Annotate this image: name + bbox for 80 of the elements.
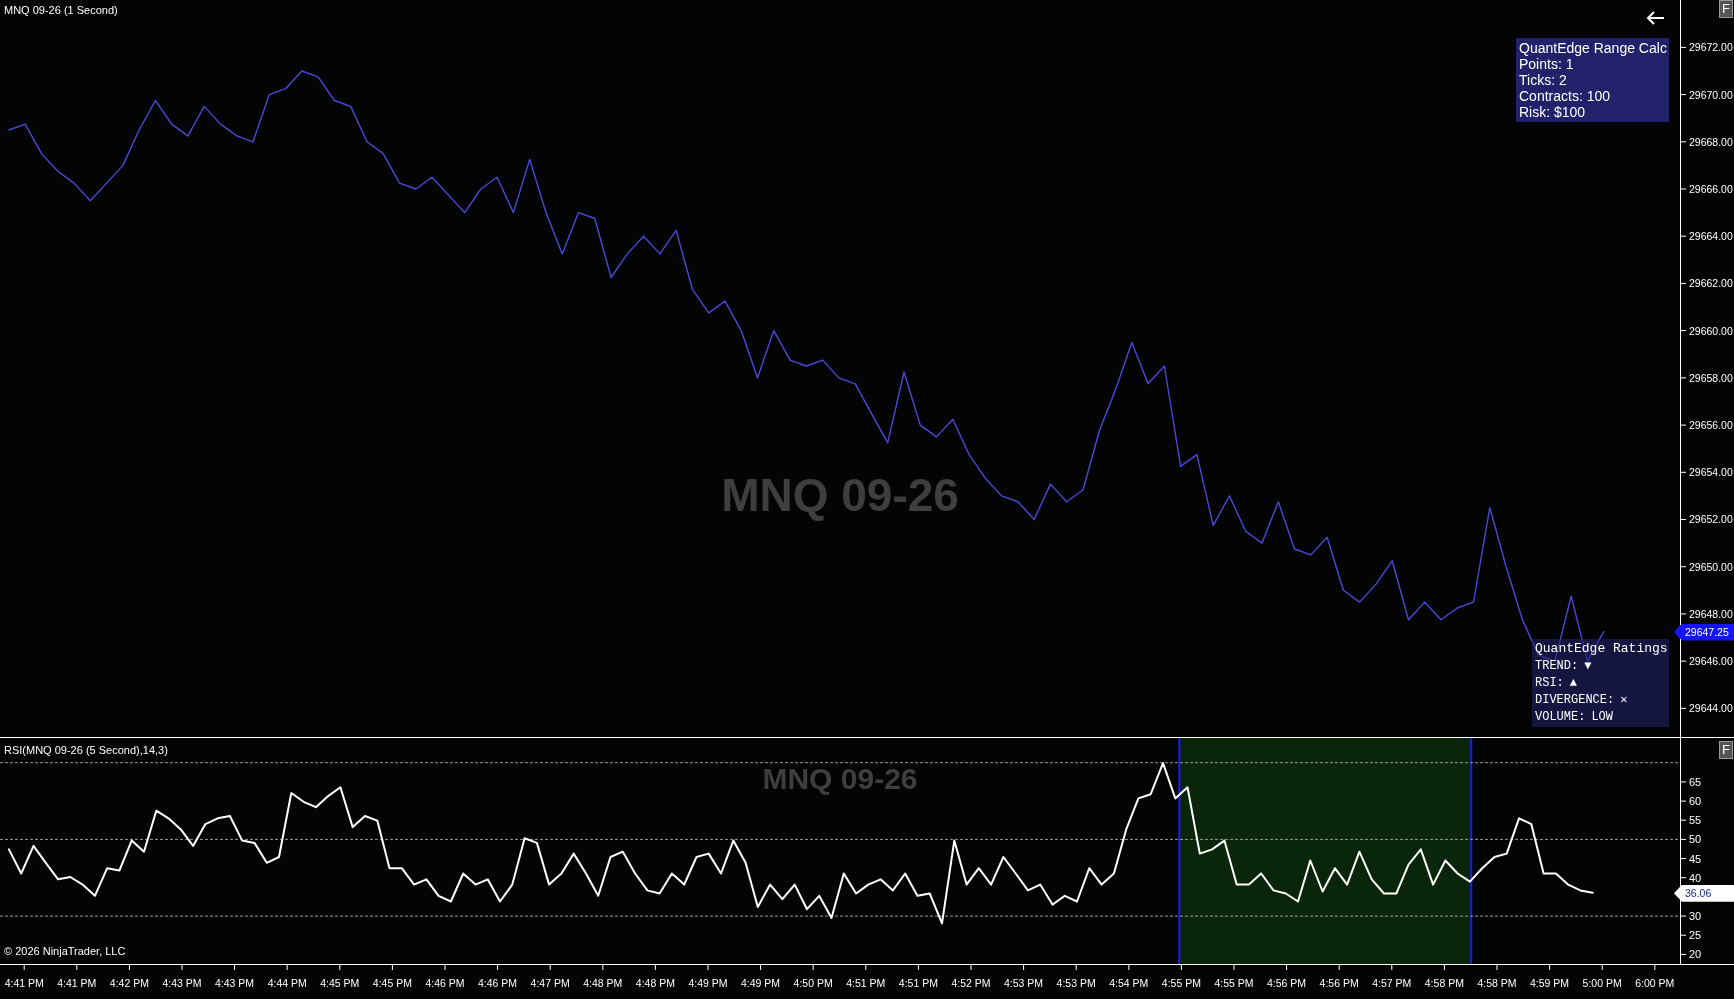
- axis-label: 29646.00: [1689, 654, 1733, 669]
- axis-label: 4:49 PM: [687, 976, 729, 990]
- axis-label: 40: [1689, 870, 1702, 885]
- rating-value: ▼: [1584, 658, 1592, 674]
- axis-label: 20: [1689, 947, 1702, 962]
- axis-label: 60: [1689, 794, 1702, 809]
- price-marker: 29647.25: [1674, 623, 1734, 641]
- rating-label: VOLUME:: [1535, 709, 1586, 725]
- axis-label: 65: [1689, 774, 1702, 789]
- axis-label: 6:00 PM: [1634, 976, 1676, 990]
- axis-label: 4:54 PM: [1108, 976, 1150, 990]
- axis-label: 4:52 PM: [950, 976, 992, 990]
- panel-title: QuantEdge Ratings: [1535, 641, 1666, 657]
- rating-label: TREND:: [1535, 658, 1579, 674]
- rating-value: LOW: [1591, 709, 1614, 725]
- indicator-title: RSI(MNQ 09-26 (5 Second),14,3): [4, 743, 168, 758]
- axis-label: 29670.00: [1689, 87, 1733, 102]
- info-line: Risk: $100: [1519, 104, 1587, 120]
- panel-title: QuantEdge Range Calc: [1519, 40, 1666, 56]
- info-line: Contracts: 100: [1519, 88, 1612, 104]
- axis-label: 4:53 PM: [1055, 976, 1097, 990]
- value-marker: 36.06: [1674, 884, 1734, 902]
- axis-label: 29666.00: [1689, 182, 1733, 197]
- info-line: Ticks: 2: [1519, 72, 1568, 88]
- copyright-text: © 2026 NinjaTrader, LLC: [4, 944, 126, 959]
- axis-label: 29668.00: [1689, 134, 1733, 149]
- axis-label: 4:43 PM: [161, 976, 203, 990]
- rating-value: ✕: [1620, 692, 1628, 708]
- axis-label: 4:56 PM: [1318, 976, 1360, 990]
- axis-label: 4:58 PM: [1423, 976, 1465, 990]
- axis-label: 4:41 PM: [56, 976, 98, 990]
- axis-label: 4:55 PM: [1160, 976, 1202, 990]
- axis-label: 29672.00: [1689, 40, 1733, 55]
- axis-label: 29664.00: [1689, 229, 1733, 244]
- axis-label: 4:42 PM: [108, 976, 150, 990]
- axis-label: 4:45 PM: [371, 976, 413, 990]
- arrow-left-icon[interactable]: [1645, 10, 1665, 26]
- axis-label: 4:56 PM: [1266, 976, 1308, 990]
- axis-label: 4:48 PM: [634, 976, 676, 990]
- axis-label: 4:51 PM: [845, 976, 887, 990]
- axis-label: 29656.00: [1689, 418, 1733, 433]
- axis-label: 25: [1689, 928, 1702, 943]
- axis-label: 4:55 PM: [1213, 976, 1255, 990]
- axis-label: 29650.00: [1689, 559, 1733, 574]
- axis-label: 4:43 PM: [214, 976, 256, 990]
- axis-label: 50: [1689, 832, 1702, 847]
- axis-label: 29660.00: [1689, 323, 1733, 338]
- axis-label: 4:51 PM: [897, 976, 939, 990]
- axis-label: 4:53 PM: [1003, 976, 1045, 990]
- rating-value: ▲: [1569, 675, 1577, 691]
- axis-label: 4:46 PM: [477, 976, 519, 990]
- axis-label: 4:58 PM: [1476, 976, 1518, 990]
- axis-label: 4:57 PM: [1371, 976, 1413, 990]
- axis-label: 45: [1689, 851, 1702, 866]
- axis-label: 29644.00: [1689, 701, 1733, 716]
- axis-label: 55: [1689, 813, 1702, 828]
- chart-title: MNQ 09-26 (1 Second): [4, 3, 118, 18]
- axis-label: 4:48 PM: [582, 976, 624, 990]
- rating-label: RSI:: [1535, 675, 1564, 691]
- axis-label: 4:46 PM: [424, 976, 466, 990]
- axis-label: 4:59 PM: [1529, 976, 1571, 990]
- axis-label: 4:45 PM: [319, 976, 361, 990]
- axis-label: 5:00 PM: [1581, 976, 1623, 990]
- panel-button[interactable]: F: [1719, 0, 1733, 18]
- axis-label: 29648.00: [1689, 606, 1733, 621]
- chart-watermark: MNQ 09-26: [721, 470, 959, 520]
- axis-label: 4:44 PM: [266, 976, 308, 990]
- axis-label: 4:41 PM: [3, 976, 45, 990]
- axis-label: 4:50 PM: [792, 976, 834, 990]
- axis-label: 29658.00: [1689, 370, 1733, 385]
- axis-label: 4:47 PM: [529, 976, 571, 990]
- panel-button[interactable]: F: [1719, 741, 1733, 759]
- axis-label: 4:49 PM: [740, 976, 782, 990]
- axis-label: 29654.00: [1689, 465, 1733, 480]
- axis-label: 30: [1689, 909, 1702, 924]
- rating-label: DIVERGENCE:: [1535, 692, 1615, 708]
- axis-label: 29662.00: [1689, 276, 1733, 291]
- chart-watermark: MNQ 09-26: [762, 763, 918, 795]
- axis-label: 29652.00: [1689, 512, 1733, 527]
- info-line: Points: 1: [1519, 56, 1575, 72]
